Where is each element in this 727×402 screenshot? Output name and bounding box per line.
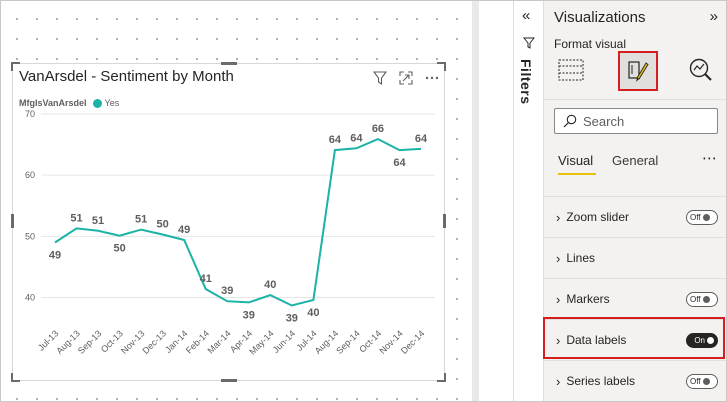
analytics-button[interactable] [684, 53, 718, 87]
chevron-right-icon: › [556, 209, 561, 225]
paintbrush-icon [628, 61, 649, 82]
power-bi-window: VanArsdel - Sentiment by Month MfgIsVanA… [0, 0, 727, 402]
section-label: Zoom slider [566, 210, 630, 224]
section-markers[interactable]: › Markers Off [544, 278, 726, 319]
x-tick-label: Dec-14 [399, 328, 427, 356]
toggle-state: Off [690, 377, 701, 386]
zoom-slider-toggle[interactable]: Off [686, 210, 718, 225]
toggle-state: Off [690, 213, 701, 222]
visualizations-title: Visualizations [554, 9, 646, 26]
toggle-knob [702, 214, 710, 221]
toggle-state: Off [690, 295, 701, 304]
more-options-icon[interactable]: ⋯ [702, 149, 717, 167]
magnifier-chart-icon [689, 58, 712, 81]
section-lines[interactable]: › Lines [544, 237, 726, 278]
data-label: 39 [286, 312, 298, 324]
data-label: 51 [92, 215, 104, 227]
toggle-knob [702, 296, 710, 303]
section-zoom-slider[interactable]: › Zoom slider Off [544, 196, 726, 237]
series-labels-toggle[interactable]: Off [686, 374, 718, 389]
report-page[interactable]: VanArsdel - Sentiment by Month MfgIsVanA… [1, 1, 472, 401]
filters-pane-collapsed[interactable]: « Filters [513, 1, 544, 401]
filters-label[interactable]: Filters [518, 59, 534, 105]
data-label: 64 [350, 132, 363, 144]
data-label: 51 [135, 214, 147, 226]
pane-divider [544, 99, 726, 100]
data-labels-highlight [543, 317, 725, 359]
y-tick-label: 40 [25, 293, 35, 303]
data-label: 39 [243, 309, 255, 321]
x-tick-label: Mar-14 [205, 328, 232, 355]
data-label: 49 [178, 224, 190, 236]
report-canvas: VanArsdel - Sentiment by Month MfgIsVanA… [1, 1, 479, 401]
section-label: Series labels [566, 374, 636, 388]
line-chart-plot: 40 50 60 70 49 51 51 50 51 50 49 41 39 39 40 39 40 64 64 66… [25, 109, 435, 357]
data-label: 49 [49, 249, 61, 261]
x-tick-label: Sep-13 [76, 328, 104, 356]
filter-funnel-icon [522, 37, 536, 52]
section-label: Lines [566, 251, 596, 265]
section-label: Markers [566, 292, 610, 306]
tab-visual[interactable]: Visual [558, 153, 593, 168]
x-tick-label: May-14 [247, 328, 275, 356]
line-chart-visual[interactable]: VanArsdel - Sentiment by Month MfgIsVanA… [11, 62, 446, 382]
data-label: 64 [329, 134, 342, 146]
data-label: 51 [70, 212, 82, 224]
section-series-labels[interactable]: › Series labels Off [544, 360, 726, 401]
tab-general[interactable]: General [612, 153, 658, 168]
data-label: 40 [264, 279, 276, 291]
series-line-yes [54, 137, 422, 307]
data-label: 64 [415, 133, 428, 145]
data-label: 41 [200, 273, 212, 285]
format-visual-label: Format visual [554, 37, 627, 51]
data-label: 66 [372, 123, 384, 135]
y-tick-label: 50 [25, 231, 35, 241]
chevron-right-icon: › [556, 291, 561, 307]
table-grid-icon [558, 59, 584, 81]
search-icon [563, 114, 577, 128]
tab-visual-underline [558, 173, 596, 175]
visualizations-pane: Visualizations » Format visual Search Vi… [543, 1, 726, 401]
search-input[interactable]: Search [554, 108, 718, 134]
double-chevron-right-icon[interactable]: » [710, 8, 718, 25]
x-tick-label: Jun-14 [271, 328, 298, 355]
data-label: 50 [113, 243, 125, 255]
data-label: 64 [393, 157, 406, 169]
y-tick-label: 70 [25, 109, 35, 119]
search-placeholder: Search [583, 113, 625, 129]
x-tick-label: Sep-14 [334, 328, 362, 356]
markers-toggle[interactable]: Off [686, 292, 718, 307]
y-tick-label: 60 [25, 170, 35, 180]
format-visual-button[interactable] [618, 51, 658, 91]
data-label: 40 [307, 307, 319, 319]
data-label: 39 [221, 285, 233, 297]
x-tick-label: Dec-13 [140, 328, 168, 356]
data-label: 50 [157, 219, 169, 231]
chevron-right-icon: › [556, 373, 561, 389]
chevron-right-icon: › [556, 250, 561, 266]
toggle-knob [702, 378, 710, 385]
format-tabs: Visual General ⋯ [554, 149, 724, 177]
build-visual-button[interactable] [554, 53, 588, 87]
double-chevron-left-icon[interactable]: « [522, 7, 530, 24]
